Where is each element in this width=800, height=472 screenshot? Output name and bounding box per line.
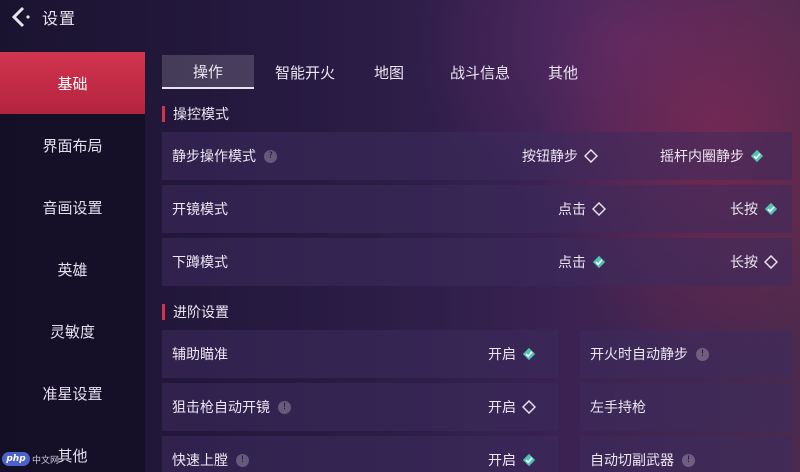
sidebar-item-sensitivity[interactable]: 灵敏度 [0, 300, 145, 362]
setting-label: 自动切副武器 [590, 453, 674, 469]
setting-sniper-auto-scope: 狙击枪自动开镜 ! 开启 [162, 383, 558, 431]
option-hold-scope[interactable]: 长按 [730, 199, 778, 219]
tab-map[interactable]: 地图 [356, 55, 422, 89]
sidebar: 基础 界面布局 音画设置 英雄 灵敏度 准星设置 其他 [0, 52, 145, 472]
checked-diamond-icon [592, 255, 606, 269]
tab-operation[interactable]: 操作 [162, 55, 254, 89]
option-joystick-stealth[interactable]: 摇杆内圈静步 [660, 146, 764, 166]
setting-label: 静步操作模式 ? [172, 146, 277, 166]
tab-other[interactable]: 其他 [538, 55, 588, 89]
sidebar-item-label: 音画设置 [42, 198, 103, 217]
watermark: php 中文网 [2, 448, 62, 470]
sidebar-item-label: 准星设置 [42, 384, 103, 403]
diamond-outline-icon [764, 255, 778, 269]
diamond-outline-icon [584, 149, 598, 163]
option-label: 长按 [730, 255, 758, 271]
option-label: 点击 [558, 202, 586, 218]
watermark-text: 中文网 [32, 455, 60, 466]
checked-diamond-icon [522, 453, 536, 467]
sidebar-item-label: 基础 [57, 74, 88, 93]
setting-label-text: 下蹲模式 [172, 255, 228, 271]
option-label: 长按 [730, 202, 758, 218]
setting-row-crouch-mode: 下蹲模式 点击 长按 [162, 238, 792, 286]
sidebar-item-label: 界面布局 [42, 136, 103, 155]
checked-diamond-icon [764, 202, 778, 216]
toggle-label: 开启 [488, 347, 516, 363]
setting-aim-assist: 辅助瞄准 开启 [162, 330, 558, 378]
toggle-label: 开启 [488, 400, 516, 416]
sidebar-item-label: 灵敏度 [49, 322, 95, 341]
checked-diamond-icon [750, 149, 764, 163]
toggle-label: 开启 [488, 453, 516, 469]
diamond-outline-icon [592, 202, 606, 216]
checked-diamond-icon [522, 347, 536, 361]
setting-label: 开镜模式 [172, 199, 228, 219]
setting-label: 左手持枪 [590, 400, 646, 416]
toggle-aim-assist[interactable]: 开启 [488, 344, 536, 364]
setting-label-text: 开镜模式 [172, 202, 228, 218]
diamond-outline-icon [522, 400, 536, 414]
sidebar-item-label: 英雄 [57, 260, 88, 279]
watermark-logo: php [2, 452, 30, 466]
sidebar-item-layout[interactable]: 界面布局 [0, 114, 145, 176]
info-icon[interactable]: ! [696, 347, 709, 361]
setting-label: 快速上膛 [172, 453, 228, 469]
sidebar-item-basic[interactable]: 基础 [0, 52, 145, 114]
setting-auto-stealth-on-fire[interactable]: 开火时自动静步 ! [580, 330, 792, 378]
page-title: 设置 [42, 9, 77, 28]
option-tap-scope[interactable]: 点击 [558, 199, 606, 219]
setting-auto-switch-secondary[interactable]: 自动切副武器 ! [580, 436, 792, 472]
setting-label: 辅助瞄准 [172, 347, 228, 363]
option-label: 摇杆内圈静步 [660, 149, 744, 165]
option-hold-crouch[interactable]: 长按 [730, 252, 778, 272]
sidebar-item-crosshair[interactable]: 准星设置 [0, 362, 145, 424]
tab-combat-info[interactable]: 战斗信息 [432, 55, 528, 89]
setting-label-text: 静步操作模式 [172, 149, 256, 165]
section-title: 操控模式 [173, 107, 229, 123]
info-icon[interactable]: ! [682, 453, 695, 467]
info-icon[interactable]: ? [264, 149, 277, 163]
setting-row-stealth-mode: 静步操作模式 ? 按钮静步 摇杆内圈静步 [162, 132, 792, 180]
setting-label: 狙击枪自动开镜 [172, 400, 270, 416]
toggle-quick-reload[interactable]: 开启 [488, 450, 536, 470]
section-accent-bar [162, 106, 165, 122]
tab-smart-fire[interactable]: 智能开火 [264, 55, 346, 89]
option-label: 点击 [558, 255, 586, 271]
setting-label: 开火时自动静步 [590, 347, 688, 363]
chevron-left-icon[interactable] [0, 0, 40, 34]
tab-bar: 操作 智能开火 地图 战斗信息 其他 [162, 54, 598, 90]
option-button-stealth[interactable]: 按钮静步 [522, 146, 598, 166]
option-label: 按钮静步 [522, 149, 578, 165]
sidebar-item-audio-video[interactable]: 音画设置 [0, 176, 145, 238]
section-accent-bar [162, 304, 165, 320]
header: 设置 [0, 0, 800, 34]
setting-label: 下蹲模式 [172, 252, 228, 272]
info-icon[interactable]: ! [236, 453, 249, 467]
info-icon[interactable]: ! [278, 400, 291, 414]
sidebar-item-hero[interactable]: 英雄 [0, 238, 145, 300]
section-advanced: 进阶设置 [162, 302, 229, 322]
toggle-sniper-auto-scope[interactable]: 开启 [488, 397, 536, 417]
setting-quick-reload: 快速上膛 ! 开启 [162, 436, 558, 472]
section-title: 进阶设置 [173, 305, 229, 321]
section-control-mode: 操控模式 [162, 104, 229, 124]
setting-row-scope-mode: 开镜模式 点击 长按 [162, 185, 792, 233]
setting-left-hand-gun[interactable]: 左手持枪 [580, 383, 792, 431]
option-tap-crouch[interactable]: 点击 [558, 252, 606, 272]
